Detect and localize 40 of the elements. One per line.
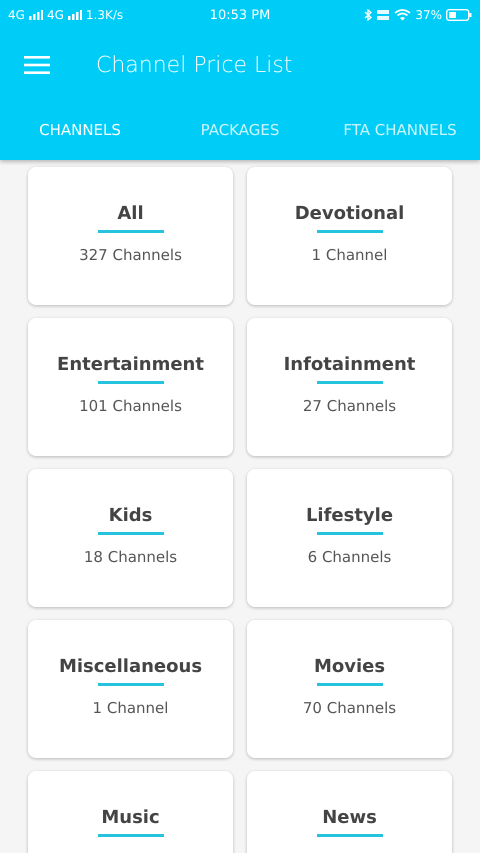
category-name: Entertainment xyxy=(57,354,204,375)
battery-percent: 37% xyxy=(415,8,442,22)
category-name: Music xyxy=(101,807,160,828)
category-card[interactable]: Miscellaneous 1 Channel xyxy=(28,620,233,758)
category-name: All xyxy=(117,203,144,224)
network-speed: 1.3K/s xyxy=(86,8,124,22)
category-card[interactable]: Infotainment 27 Channels xyxy=(247,318,452,456)
category-card[interactable]: Kids 18 Channels xyxy=(28,469,233,607)
clock: 10:53 PM xyxy=(210,8,270,22)
channel-count: 101 Channels xyxy=(79,397,182,415)
network-label: 4G xyxy=(8,8,25,22)
category-card[interactable]: News xyxy=(247,771,452,853)
channel-count: 327 Channels xyxy=(79,246,182,264)
channel-count: 27 Channels xyxy=(302,397,396,415)
screen-title: Channel Price List xyxy=(96,52,292,78)
channel-count: 6 Channels xyxy=(308,548,392,566)
channel-count: 18 Channels xyxy=(84,548,178,566)
category-card[interactable]: Lifestyle 6 Channels xyxy=(247,469,452,607)
bluetooth-icon xyxy=(364,9,372,21)
category-card[interactable]: Devotional 1 Channel xyxy=(247,167,452,305)
signal-icon xyxy=(68,10,82,20)
channel-count: 1 Channel xyxy=(312,246,388,264)
channel-count: 70 Channels xyxy=(302,699,396,717)
network-label: 4G xyxy=(46,8,64,22)
category-name: Miscellaneous xyxy=(58,656,202,677)
wifi-icon xyxy=(394,9,412,21)
category-name: Lifestyle xyxy=(306,505,394,526)
category-card[interactable]: Movies 70 Channels xyxy=(247,620,452,758)
signal-icon xyxy=(28,10,43,20)
category-name: Devotional xyxy=(294,203,404,224)
menu-icon[interactable] xyxy=(24,56,50,74)
channel-count: 1 Channel xyxy=(92,699,168,717)
category-name: Kids xyxy=(108,505,152,526)
category-name: News xyxy=(322,807,377,828)
category-name: Movies xyxy=(314,656,386,677)
category-card[interactable]: Entertainment 101 Channels xyxy=(28,318,233,456)
category-card[interactable]: All 327 Channels xyxy=(28,167,233,305)
category-card[interactable]: Music xyxy=(28,771,233,853)
battery-icon xyxy=(446,9,472,21)
category-name: Infotainment xyxy=(284,354,416,375)
